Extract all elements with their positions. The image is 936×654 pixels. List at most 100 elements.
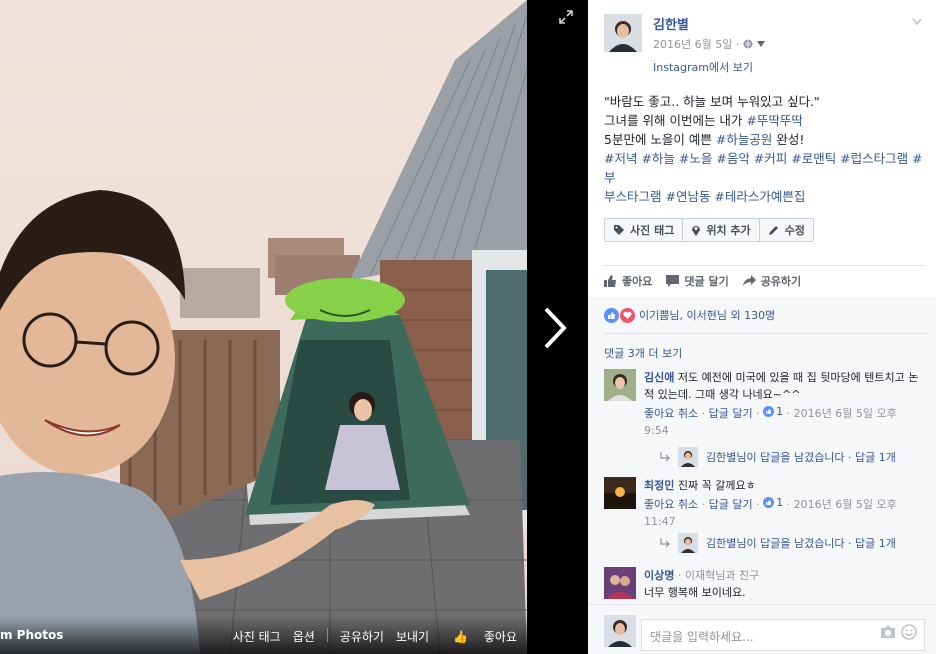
post-text-line: "바람도 좋고.. 하늘 보며 누워있고 싶다." [604, 92, 924, 111]
commenter-name[interactable]: 이상명 [644, 569, 674, 582]
author-avatar[interactable] [604, 14, 642, 52]
post-text-segment: 5분만에 노을이 예쁜 [604, 132, 716, 147]
photo-like-label: 좋아요 [483, 630, 517, 644]
post-text-line: #저녁 #하늘 #노을 #음악 #커피 #로맨틱 #럽스타그램 #부 [604, 149, 924, 187]
tag-photo-label: 사진 태그 [630, 224, 675, 237]
comment-text-block: 최정민 진짜 꼭 갈께요ㅎ [644, 477, 920, 494]
comment-composer: 댓글을 입력하세요... [588, 604, 936, 654]
pencil-icon [768, 226, 778, 235]
comment: 최정민 진짜 꼭 갈께요ㅎ 좋아요 취소 · 답글 달기 · 1 · 2016년… [604, 477, 920, 567]
add-location-button[interactable]: 위치 추가 [683, 219, 760, 241]
commenter-avatar[interactable] [604, 477, 636, 509]
comment-like-count[interactable]: 1 [763, 494, 783, 511]
like-label: 좋아요 [622, 275, 653, 288]
chevron-down-icon[interactable] [912, 18, 922, 26]
edit-label: 수정 [784, 224, 805, 237]
like-button[interactable]: 좋아요 [604, 273, 652, 289]
tag-photo-button[interactable]: 사진 태그 [605, 219, 684, 241]
post-text-segment: "바람도 좋고.. 하늘 보며 누워있고 싶다." [604, 94, 820, 109]
privacy-dropdown-icon[interactable] [757, 41, 766, 47]
reply-arrow-icon [660, 452, 670, 462]
like-reaction-icon [763, 406, 775, 417]
comment-text: 진짜 꼭 갈께요ㅎ [677, 479, 756, 492]
comment-icon [666, 275, 680, 287]
comment-label: 댓글 달기 [684, 275, 729, 288]
camera-icon[interactable] [880, 625, 896, 639]
comment: 이상명 · 이재혁님과 친구 너무 행복해 보이네요. [604, 567, 920, 603]
post-text-line: 그녀를 위해 이번에는 내가 #뚜딱뚜딱 [604, 111, 924, 130]
comment-text-block: 김신애 저도 예전에 미국에 있을 때 집 뒷마당에 텐트치고 논적 있는데. … [644, 369, 920, 403]
next-photo-arrow-icon[interactable] [538, 305, 572, 351]
reactions-text: 이기쁨님, 이서현님 외 130명 [639, 309, 776, 322]
comments-section: 이기쁨님, 이서현님 외 130명 댓글 3개 더 보기 김신애 저도 예전에 … [588, 297, 936, 654]
comment-reply-link[interactable]: 답글 달기 [709, 407, 753, 420]
photo[interactable]: m Photos 사진 태그 옵션 공유하기 보내기 👍 좋아요 [0, 0, 527, 654]
comment-like-link[interactable]: 좋아요 [644, 498, 674, 511]
divider [326, 628, 328, 642]
photo-image [0, 0, 527, 654]
options-button[interactable]: 옵션 [293, 628, 315, 645]
commenter-name[interactable]: 김신애 [644, 371, 674, 384]
post-text-segment: 완성! [772, 132, 805, 147]
comment: 김신애 저도 예전에 미국에 있을 때 집 뒷마당에 텐트치고 논적 있는데. … [604, 369, 920, 479]
comment-meta: 좋아요 취소 · 답글 달기 · 1 · 2016년 6월 5일 오후 9:54 [644, 403, 897, 437]
comment-reply-link[interactable]: 답글 달기 [709, 498, 753, 511]
hashtag-link[interactable]: #저녁 #하늘 #노을 #음악 #커피 #로맨틱 #럽스타그램 #부 [604, 151, 923, 185]
photo-theater: m Photos 사진 태그 옵션 공유하기 보내기 👍 좋아요 김한별 201… [0, 0, 936, 654]
location-pin-icon [692, 226, 701, 236]
divider [604, 333, 926, 334]
commenter-avatar[interactable] [604, 567, 636, 599]
commenter-name[interactable]: 최정민 [644, 479, 674, 492]
post-meta: 2016년 6월 5일 · [653, 36, 766, 52]
album-label[interactable]: m Photos [0, 628, 63, 642]
reactions-summary[interactable]: 이기쁨님, 이서현님 외 130명 [604, 307, 775, 323]
post-date[interactable]: 2016년 6월 5일 · [653, 36, 739, 52]
post-text-line: 5분만에 노을이 예쁜 #하늘공원 완성! [604, 130, 924, 149]
comment-button[interactable]: 댓글 달기 [666, 273, 729, 289]
hashtag-link[interactable]: #뚜딱뚜딱 [746, 113, 802, 128]
comment-text-block: 이상명 · 이재혁님과 친구 너무 행복해 보이네요. [644, 567, 920, 601]
post-sidebar: 김한별 2016년 6월 5일 · Instagram에서 보기 "바람도 좋고… [588, 0, 936, 654]
hashtag-link[interactable]: #하늘공원 [716, 132, 772, 147]
edit-button[interactable]: 수정 [760, 219, 813, 241]
love-reaction-icon [620, 307, 635, 323]
like-reaction-icon [763, 497, 775, 508]
comment-like-count[interactable]: 1 [763, 403, 783, 420]
comment-cancel-link[interactable]: 취소 [678, 498, 698, 511]
hashtag-link[interactable]: 부스타그램 #연남동 #테라스가예쁜집 [604, 189, 805, 204]
post-text: "바람도 좋고.. 하늘 보며 누워있고 싶다." 그녀를 위해 이번에는 내가 … [604, 92, 924, 206]
like-reaction-icon [604, 307, 619, 323]
post-text-line: 부스타그램 #연남동 #테라스가예쁜집 [604, 187, 924, 206]
photo-tag-button[interactable]: 사진 태그 [233, 628, 281, 645]
comment-cancel-link[interactable]: 취소 [678, 407, 698, 420]
reply-summary-text: 김한별님이 답글을 남겼습니다 · 답글 1개 [706, 537, 896, 550]
instagram-link[interactable]: Instagram에서 보기 [653, 59, 753, 75]
tag-icon [614, 225, 624, 235]
globe-icon [743, 39, 753, 49]
author-name[interactable]: 김한별 [653, 14, 689, 33]
reply-arrow-icon [660, 538, 670, 548]
comment-like-number: 1 [776, 496, 784, 509]
add-location-label: 위치 추가 [706, 224, 751, 237]
share-button[interactable]: 공유하기 [340, 628, 384, 645]
photo-like-button[interactable]: 👍 좋아요 [441, 628, 517, 645]
comment-text: 저도 예전에 미국에 있을 때 집 뒷마당에 텐트치고 논적 있는데. 그때 생… [644, 371, 919, 401]
photo-action-bar: m Photos 사진 태그 옵션 공유하기 보내기 👍 좋아요 [0, 616, 527, 654]
comment-meta: 좋아요 취소 · 답글 달기 · 1 · 2016년 6월 5일 오후 11:4… [644, 494, 897, 528]
post-actions: 좋아요 댓글 달기 공유하기 [604, 273, 801, 289]
share-post-button[interactable]: 공유하기 [742, 273, 801, 289]
thumb-up-icon: 👍 [453, 630, 469, 644]
reply-summary[interactable]: 김한별님이 답글을 남겼습니다 · 답글 1개 [660, 533, 896, 553]
comment-like-link[interactable]: 좋아요 [644, 407, 674, 420]
emoji-icon[interactable] [901, 624, 917, 640]
divider [604, 265, 926, 266]
send-button[interactable]: 보내기 [396, 628, 429, 645]
comment-like-number: 1 [776, 405, 784, 418]
more-comments-link[interactable]: 댓글 3개 더 보기 [604, 345, 682, 361]
photo-edit-toolbar: 사진 태그 위치 추가 수정 [604, 218, 814, 242]
reply-summary[interactable]: 김한별님이 답글을 남겼습니다 · 답글 1개 [660, 447, 896, 467]
expand-icon[interactable] [559, 10, 573, 24]
reply-author-avatar [678, 533, 698, 553]
share-arrow-icon [742, 275, 756, 286]
commenter-avatar[interactable] [604, 369, 636, 401]
